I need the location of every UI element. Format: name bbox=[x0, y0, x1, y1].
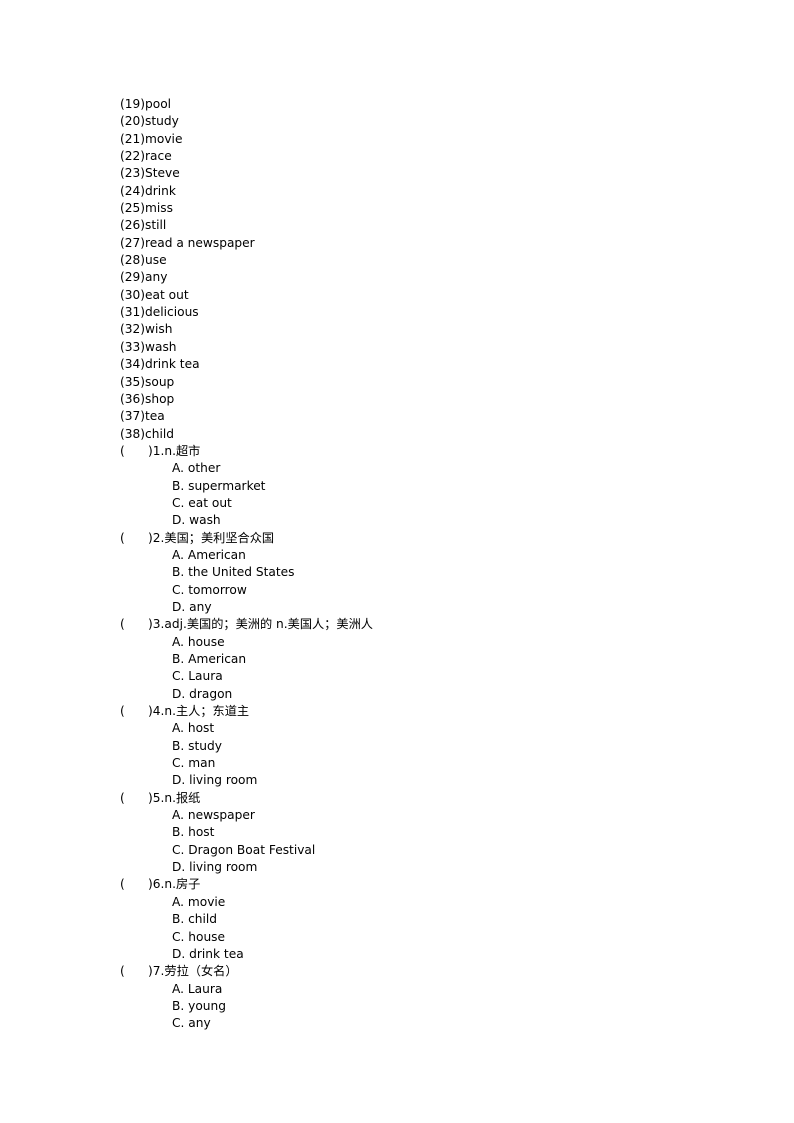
question-option[interactable]: D. any bbox=[120, 599, 720, 616]
question-option[interactable]: A. house bbox=[120, 634, 720, 651]
question-item: ( )6.n.房子 A. movie B. child C. house D. … bbox=[120, 876, 720, 963]
question-stem[interactable]: ( )4.n.主人；东道主 bbox=[120, 703, 720, 720]
question-option[interactable]: B. the United States bbox=[120, 564, 720, 581]
question-item: ( )1.n.超市 A. other B. supermarket C. eat… bbox=[120, 443, 720, 530]
vocabulary-item: (31)delicious bbox=[120, 305, 199, 320]
question-option[interactable]: A. other bbox=[120, 460, 720, 477]
question-option[interactable]: D. wash bbox=[120, 512, 720, 529]
vocabulary-item: (27)read a newspaper bbox=[120, 235, 255, 250]
question-option[interactable]: D. dragon bbox=[120, 686, 720, 703]
question-stem[interactable]: ( )2.美国；美利坚合众国 bbox=[120, 530, 720, 547]
question-option[interactable]: A. American bbox=[120, 547, 720, 564]
question-option[interactable]: A. movie bbox=[120, 894, 720, 911]
question-item: ( )5.n.报纸 A. newspaper B. host C. Dragon… bbox=[120, 790, 720, 877]
question-stem[interactable]: ( )6.n.房子 bbox=[120, 876, 720, 893]
vocabulary-list: (19)pool (20)study (21)movie (22)race (2… bbox=[120, 96, 720, 443]
vocabulary-item: (34)drink tea bbox=[120, 357, 200, 372]
question-option[interactable]: B. study bbox=[120, 738, 720, 755]
question-stem[interactable]: ( )5.n.报纸 bbox=[120, 790, 720, 807]
vocabulary-item: (30)eat out bbox=[120, 287, 189, 302]
question-option[interactable]: A. newspaper bbox=[120, 807, 720, 824]
vocabulary-item: (24)drink bbox=[120, 183, 176, 198]
question-stem[interactable]: ( )1.n.超市 bbox=[120, 443, 720, 460]
vocabulary-item: (23)Steve bbox=[120, 166, 180, 181]
question-option[interactable]: C. house bbox=[120, 929, 720, 946]
question-option[interactable]: C. any bbox=[120, 1015, 720, 1032]
vocabulary-item: (26)still bbox=[120, 218, 167, 233]
vocabulary-item: (38)child bbox=[120, 426, 174, 441]
document-page: (19)pool (20)study (21)movie (22)race (2… bbox=[0, 0, 794, 1123]
vocabulary-item: (25)miss bbox=[120, 201, 173, 216]
vocabulary-item: (28)use bbox=[120, 253, 167, 268]
question-option[interactable]: D. living room bbox=[120, 859, 720, 876]
vocabulary-item: (33)wash bbox=[120, 339, 177, 354]
question-option[interactable]: A. Laura bbox=[120, 981, 720, 998]
vocabulary-item: (29)any bbox=[120, 270, 168, 285]
question-item: ( )7.劳拉（女名） A. Laura B. young C. any bbox=[120, 963, 720, 1032]
question-option[interactable]: B. supermarket bbox=[120, 478, 720, 495]
vocabulary-item: (20)study bbox=[120, 114, 179, 129]
question-option[interactable]: A. host bbox=[120, 720, 720, 737]
question-option[interactable]: B. American bbox=[120, 651, 720, 668]
question-option[interactable]: B. child bbox=[120, 911, 720, 928]
question-option[interactable]: C. eat out bbox=[120, 495, 720, 512]
question-item: ( )2.美国；美利坚合众国 A. American B. the United… bbox=[120, 530, 720, 617]
vocabulary-item: (21)movie bbox=[120, 131, 183, 146]
question-option[interactable]: C. Dragon Boat Festival bbox=[120, 842, 720, 859]
question-option[interactable]: D. drink tea bbox=[120, 946, 720, 963]
question-option[interactable]: C. tomorrow bbox=[120, 582, 720, 599]
question-option[interactable]: C. Laura bbox=[120, 668, 720, 685]
vocabulary-item: (36)shop bbox=[120, 391, 175, 406]
document-content: (19)pool (20)study (21)movie (22)race (2… bbox=[120, 96, 720, 1033]
question-item: ( )4.n.主人；东道主 A. host B. study C. man D.… bbox=[120, 703, 720, 790]
question-item: ( )3.adj.美国的；美洲的 n.美国人；美洲人 A. house B. A… bbox=[120, 616, 720, 703]
vocabulary-item: (19)pool bbox=[120, 97, 172, 111]
multiple-choice-questions: ( )1.n.超市 A. other B. supermarket C. eat… bbox=[120, 443, 720, 1033]
question-stem[interactable]: ( )7.劳拉（女名） bbox=[120, 963, 720, 980]
question-option[interactable]: B. host bbox=[120, 824, 720, 841]
vocabulary-item: (22)race bbox=[120, 149, 172, 164]
question-option[interactable]: C. man bbox=[120, 755, 720, 772]
vocabulary-item: (32)wish bbox=[120, 322, 173, 337]
question-option[interactable]: D. living room bbox=[120, 772, 720, 789]
question-stem[interactable]: ( )3.adj.美国的；美洲的 n.美国人；美洲人 bbox=[120, 616, 720, 633]
question-option[interactable]: B. young bbox=[120, 998, 720, 1015]
vocabulary-item: (37)tea bbox=[120, 409, 165, 424]
vocabulary-item: (35)soup bbox=[120, 374, 175, 389]
